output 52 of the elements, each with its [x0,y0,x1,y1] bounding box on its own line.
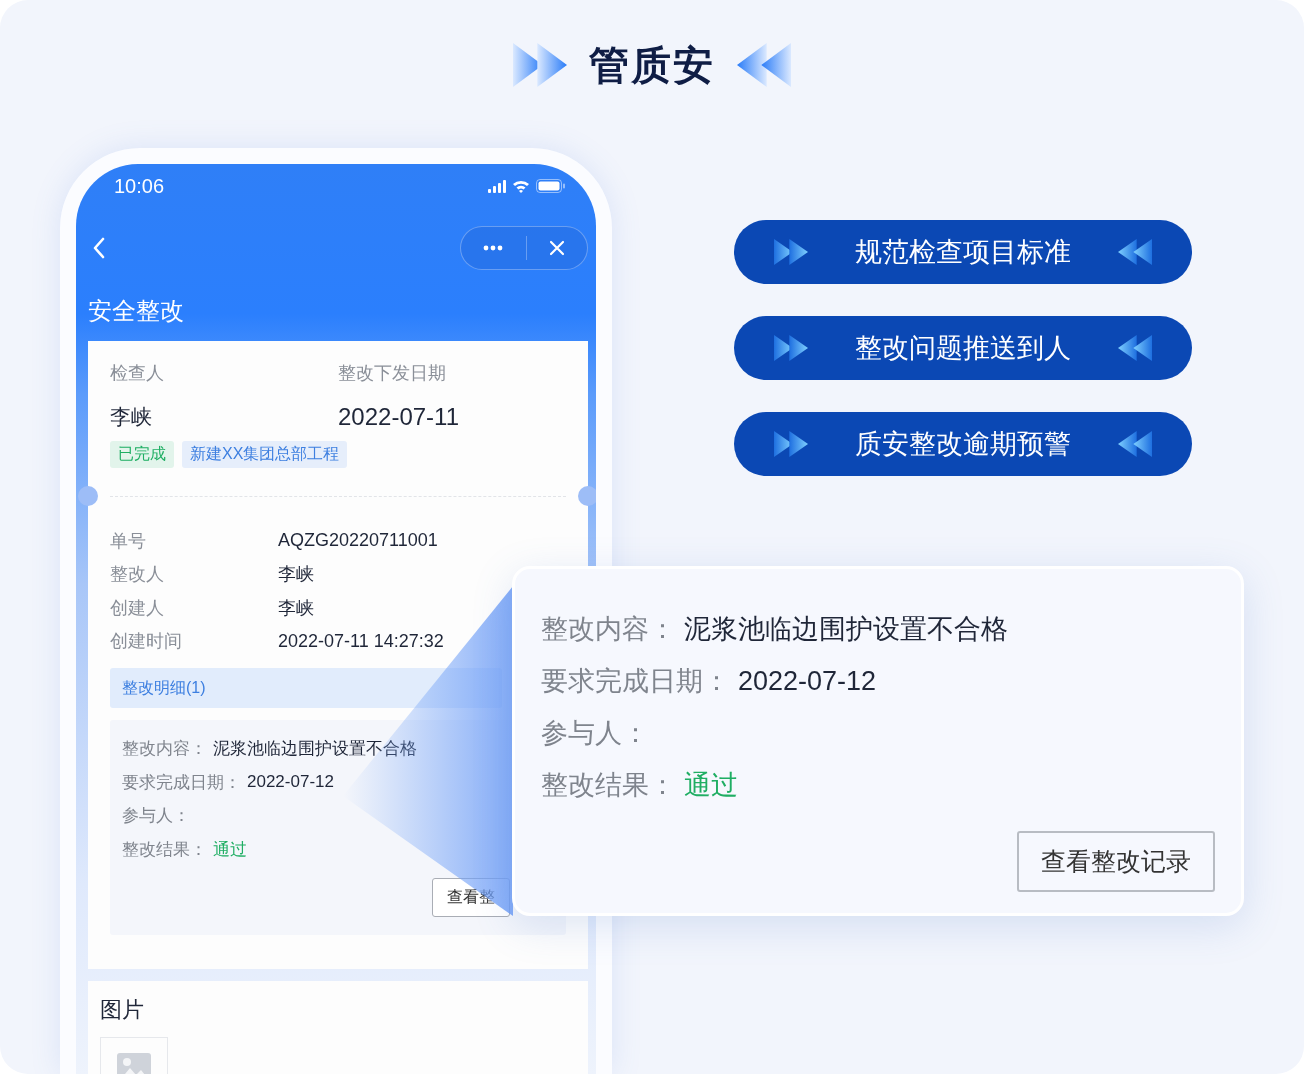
close-icon[interactable] [548,240,565,256]
field-label: 检查人 [110,362,165,385]
field-label: 整改人 [110,563,165,587]
signal-icon [488,179,506,193]
section-title: 图片 [100,996,145,1024]
result-status: 通过 [684,769,738,802]
field-value: 2022-07-12 [247,772,334,793]
double-chevron-icon [513,43,567,87]
field-label: 要求完成日期： [541,665,730,698]
double-chevron-icon [1118,239,1152,265]
more-icon[interactable] [483,245,504,251]
field-value: 2022-07-11 [338,403,460,431]
feature-text: 整改问题推送到人 [855,332,1071,365]
view-records-button[interactable]: 查看整改记录 [1017,831,1215,892]
feature-text: 质安整改逾期预警 [855,428,1071,461]
battery-icon [536,179,566,193]
field-label: 整改结果： [122,838,207,861]
field-value: 2022-07-11 14:27:32 [278,630,444,652]
field-label: 要求完成日期： [122,771,241,794]
ticket-notch [78,486,98,506]
status-time: 10:06 [114,174,165,198]
ticket-notch [578,486,596,506]
double-chevron-icon [774,335,808,361]
field-label: 整改内容： [122,738,207,761]
tag: 已完成 [110,441,174,468]
wifi-icon [512,179,530,193]
double-chevron-icon [1118,335,1152,361]
double-chevron-icon [737,43,791,87]
field-value: 泥浆池临边围护设置不合格 [684,613,1008,646]
field-value: 2022-07-12 [738,665,877,697]
field-label: 整改结果： [541,769,676,802]
field-value: 李峡 [278,563,314,587]
back-icon[interactable] [92,237,106,259]
field-label: 整改下发日期 [338,362,447,385]
field-value: AQZG20220711001 [278,530,438,552]
feature-text: 规范检查项目标准 [855,236,1071,269]
field-label: 创建时间 [110,630,183,654]
field-label: 创建人 [110,596,165,620]
double-chevron-icon [1118,431,1152,457]
field-label: 参与人： [122,805,190,828]
page-heading: 管质安 [589,41,715,89]
field-label: 参与人： [541,717,649,750]
result-status: 通过 [213,838,247,861]
double-chevron-icon [774,431,808,457]
screen-title: 安全整改 [88,296,185,326]
tag: 新建XX集团总部工程 [182,441,348,468]
field-value: 李峡 [278,596,314,620]
field-label: 整改内容： [541,613,676,646]
field-value: 泥浆池临边围护设置不合格 [213,738,417,761]
field-value: 李峡 [110,404,153,430]
field-label: 单号 [110,529,147,553]
double-chevron-icon [774,239,808,265]
